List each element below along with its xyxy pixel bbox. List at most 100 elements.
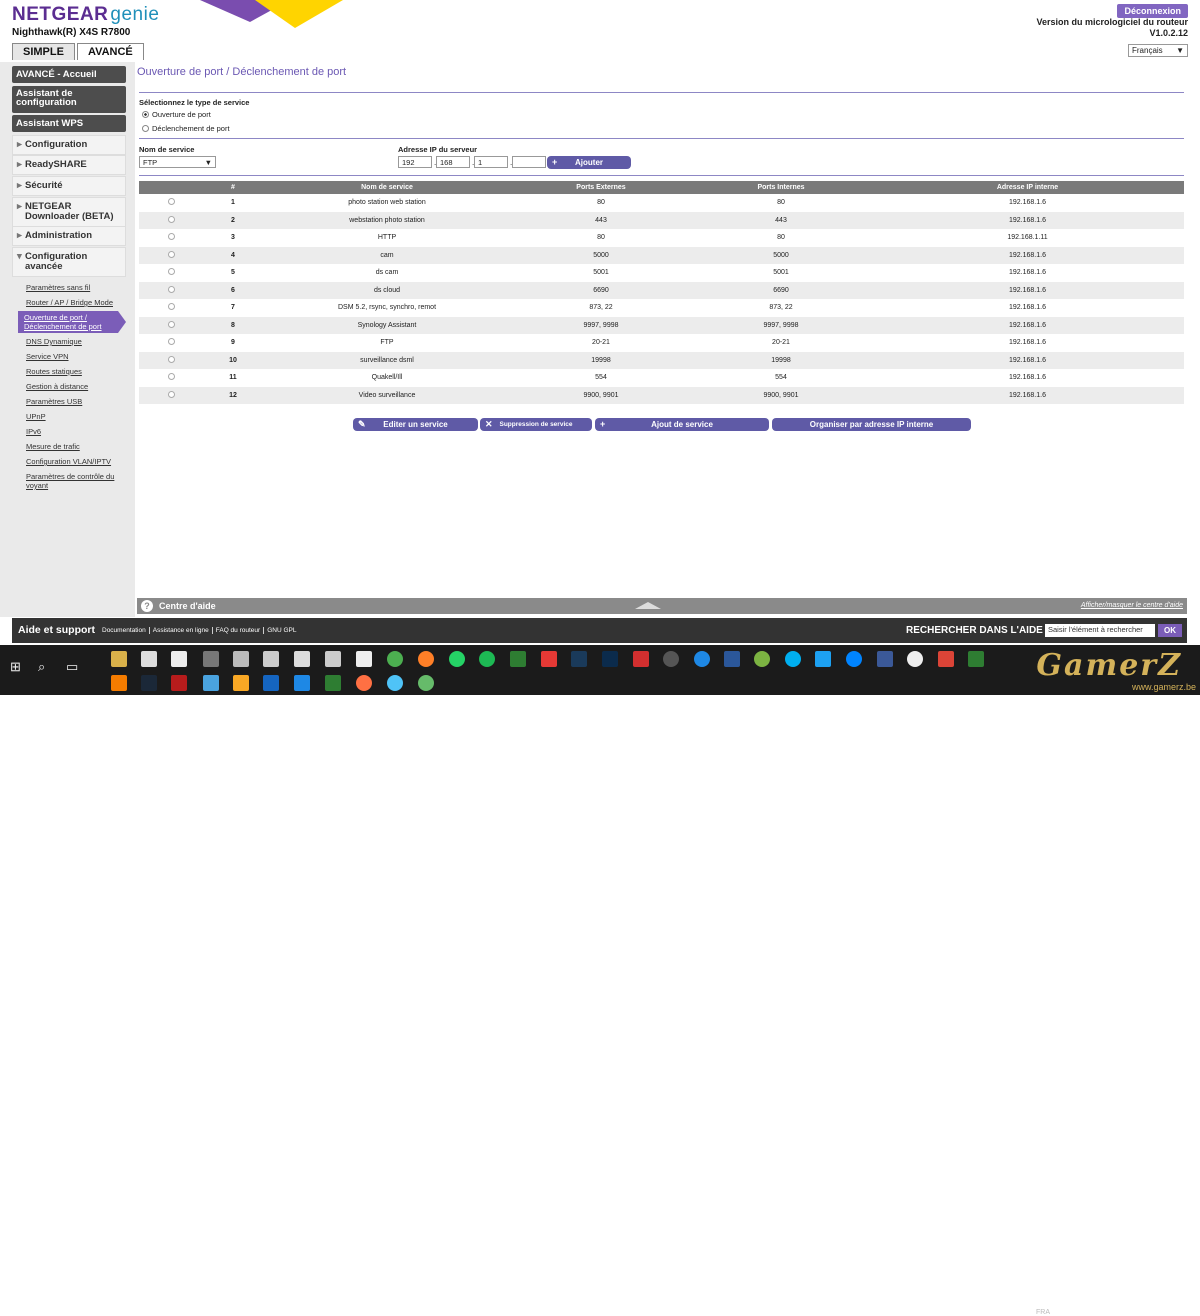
- sublink-traffic-meter[interactable]: Mesure de trafic: [26, 442, 80, 451]
- link-online-support[interactable]: Assistance en ligne: [149, 627, 213, 634]
- firefox-icon[interactable]: [418, 651, 434, 667]
- app-orange-icon[interactable]: [356, 675, 372, 691]
- dropbox-icon[interactable]: [325, 651, 341, 667]
- row-select-radio[interactable]: [167, 268, 175, 276]
- row-select-radio[interactable]: [167, 198, 175, 206]
- sidebar-item-administration[interactable]: ▸ Administration: [12, 226, 126, 246]
- logout-button[interactable]: Déconnexion: [1117, 4, 1188, 18]
- table-row[interactable]: 12 Video surveillance 9900, 9901 9900, 9901…: [139, 386, 1184, 404]
- app-circle-icon[interactable]: [663, 651, 679, 667]
- table-row[interactable]: 7 DSM 5.2, rsync, synchro, remot 873, 22 87…: [139, 299, 1184, 317]
- app-greenround-icon[interactable]: [418, 675, 434, 691]
- table-row[interactable]: 3 HTTP 80 80 192.168.1.11: [139, 229, 1184, 247]
- twitter-icon[interactable]: [815, 651, 831, 667]
- app-icon[interactable]: [203, 651, 219, 667]
- nav-wps-wizard[interactable]: Assistant WPS: [12, 115, 126, 132]
- tab-simple[interactable]: SIMPLE: [12, 43, 75, 60]
- sublink-led-control[interactable]: Paramètres de contrôle du voyant: [26, 472, 121, 490]
- search-icon[interactable]: ⌕: [38, 659, 45, 675]
- sort-by-ip-button[interactable]: Organiser par adresse IP interne: [772, 418, 971, 431]
- search-ok-button[interactable]: OK: [1158, 624, 1182, 637]
- sidebar-item-security[interactable]: ▸ Sécurité: [12, 176, 126, 196]
- table-row[interactable]: 4 cam 5000 5000 192.168.1.6: [139, 246, 1184, 264]
- calculator-icon[interactable]: [263, 651, 279, 667]
- radio-port-forwarding[interactable]: Ouverture de port: [142, 110, 211, 119]
- windows-start-icon[interactable]: ⊞: [10, 659, 21, 675]
- skype-icon[interactable]: [785, 651, 801, 667]
- tab-advanced[interactable]: AVANCÉ: [76, 43, 144, 60]
- toggle-help-link[interactable]: Afficher/masquer le centre d'aide: [1081, 602, 1183, 609]
- row-select-radio[interactable]: [167, 373, 175, 381]
- row-select-radio[interactable]: [167, 233, 175, 241]
- sidebar-item-readyshare[interactable]: ▸ ReadySHARE: [12, 155, 126, 175]
- netflix-icon[interactable]: [171, 675, 187, 691]
- lightroom-icon[interactable]: [571, 651, 587, 667]
- table-row[interactable]: 8 Synology Assistant 9997, 9998 9997, 9998 1…: [139, 316, 1184, 334]
- table-row[interactable]: 2 webstation photo station 443 443 192.168.1…: [139, 211, 1184, 229]
- messenger-icon[interactable]: [846, 651, 862, 667]
- app-lime-icon[interactable]: [754, 651, 770, 667]
- todoist-icon[interactable]: [938, 651, 954, 667]
- app-arrow-icon[interactable]: [968, 651, 984, 667]
- app-blue-icon[interactable]: [694, 651, 710, 667]
- app-green-icon[interactable]: [510, 651, 526, 667]
- facebook-icon[interactable]: [877, 651, 893, 667]
- app-icon[interactable]: [203, 675, 219, 691]
- link-gpl[interactable]: GNU GPL: [264, 627, 299, 634]
- sidebar-item-advanced-config[interactable]: ▾ Configuration avancée: [12, 247, 126, 277]
- docs-icon[interactable]: [263, 675, 279, 691]
- word-icon[interactable]: [724, 651, 740, 667]
- add-button[interactable]: + Ajouter: [547, 156, 631, 169]
- add-service-button[interactable]: + Ajout de service: [595, 418, 769, 431]
- row-select-radio[interactable]: [167, 215, 175, 223]
- ip-octet-4[interactable]: [512, 156, 546, 168]
- link-faq[interactable]: FAQ du routeur: [212, 627, 265, 634]
- nav-advanced-home[interactable]: AVANCÉ - Accueil: [12, 66, 126, 83]
- docs-icon[interactable]: [294, 675, 310, 691]
- mail-icon[interactable]: [356, 651, 372, 667]
- link-documentation[interactable]: Documentation: [99, 627, 150, 634]
- sublink-remote-mgmt[interactable]: Gestion à distance: [26, 382, 88, 391]
- ip-octet-1[interactable]: 192: [398, 156, 432, 168]
- sublink-usb[interactable]: Paramètres USB: [26, 397, 82, 406]
- sublink-vpn[interactable]: Service VPN: [26, 352, 69, 361]
- nav-setup-wizard[interactable]: Assistant de configuration: [12, 86, 126, 113]
- delete-service-button[interactable]: ✕ Suppression de service: [480, 418, 592, 431]
- store-icon[interactable]: [171, 651, 187, 667]
- help-center-bar[interactable]: ? Centre d'aide Afficher/masquer le cent…: [137, 598, 1187, 614]
- expand-arrow-icon[interactable]: [635, 602, 661, 609]
- file-explorer-icon[interactable]: [111, 651, 127, 667]
- radio-port-triggering[interactable]: Déclenchement de port: [142, 124, 230, 133]
- spotify-icon[interactable]: [479, 651, 495, 667]
- app-lightblue-icon[interactable]: [387, 675, 403, 691]
- row-select-radio[interactable]: [167, 285, 175, 293]
- pdf-icon[interactable]: [633, 651, 649, 667]
- table-row[interactable]: 5 ds cam 5001 5001 192.168.1.6: [139, 264, 1184, 282]
- task-view-icon[interactable]: ▭: [66, 659, 78, 675]
- sheets-icon[interactable]: [325, 675, 341, 691]
- table-row[interactable]: 10 surveillance dsml 19998 19998 192.168.1.6: [139, 351, 1184, 369]
- row-select-radio[interactable]: [167, 355, 175, 363]
- sublink-ipv6[interactable]: IPv6: [26, 427, 41, 436]
- row-select-radio[interactable]: [167, 250, 175, 258]
- row-select-radio[interactable]: [167, 338, 175, 346]
- people-icon[interactable]: [233, 651, 249, 667]
- sublink-static-routes[interactable]: Routes statiques: [26, 367, 82, 376]
- app-white-icon[interactable]: [907, 651, 923, 667]
- sidebar-item-configuration[interactable]: ▸ Configuration: [12, 135, 126, 155]
- ip-octet-2[interactable]: 168: [436, 156, 470, 168]
- chrome-icon[interactable]: [387, 651, 403, 667]
- photoshop-icon[interactable]: [602, 651, 618, 667]
- steam-icon[interactable]: [141, 675, 157, 691]
- calendar-icon[interactable]: [294, 651, 310, 667]
- table-row[interactable]: 9 FTP 20-21 20-21 192.168.1.6: [139, 334, 1184, 352]
- service-name-select[interactable]: FTP ▼: [139, 156, 216, 168]
- sidebar-item-downloader[interactable]: ▸ NETGEAR Downloader (BETA): [12, 197, 126, 227]
- edit-service-button[interactable]: ✎ Editer un service: [353, 418, 478, 431]
- sublink-upnp[interactable]: UPnP: [26, 412, 46, 421]
- whatsapp-icon[interactable]: [449, 651, 465, 667]
- tray-language[interactable]: FRA: [1036, 1309, 1050, 1316]
- table-row[interactable]: 1 photo station web station 80 80 192.168.1.…: [139, 194, 1184, 212]
- sublink-port-forwarding[interactable]: Ouverture de port / Déclenchement de por…: [18, 311, 126, 333]
- language-select[interactable]: Français ▼: [1128, 44, 1188, 57]
